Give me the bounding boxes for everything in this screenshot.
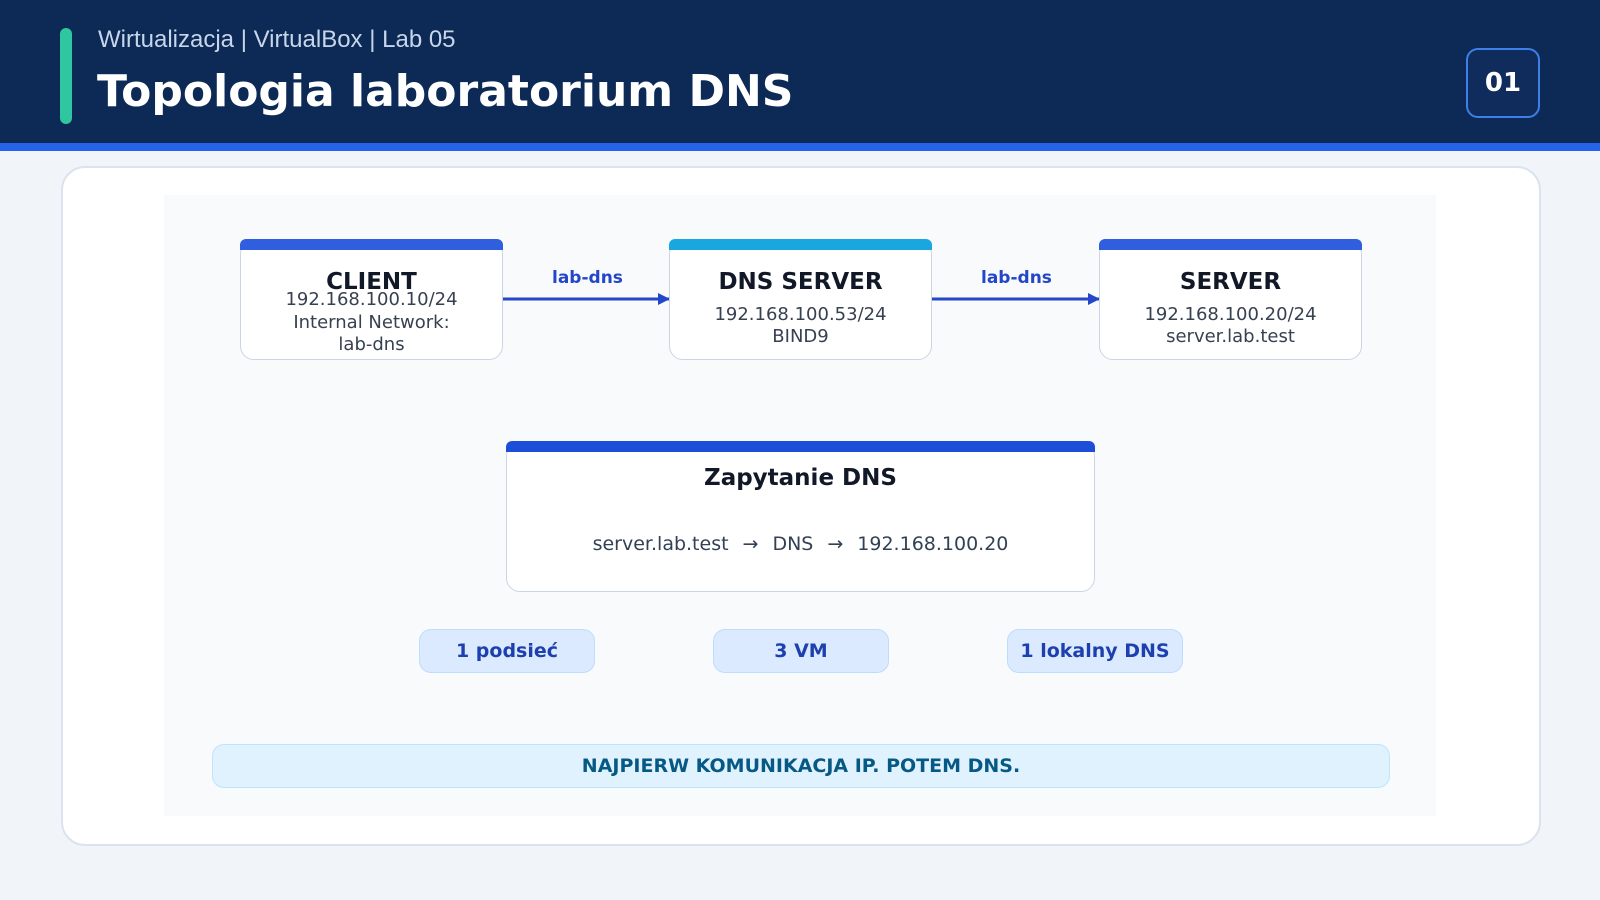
node-server-hostname: server.lab.test <box>1166 326 1295 347</box>
node-dns-server-ip: 192.168.100.53/24 <box>714 304 887 325</box>
edge-label-client-dns: lab-dns <box>552 268 623 288</box>
node-client: CLIENT 192.168.100.10/24 Internal Networ… <box>240 239 503 360</box>
query-via: DNS <box>772 533 814 555</box>
stat-pill-subnets: 1 podsieć <box>419 629 595 673</box>
node-dns-server-software: BIND9 <box>772 326 829 347</box>
arrow-right-icon: → <box>742 533 759 555</box>
query-to: 192.168.100.20 <box>857 533 1009 555</box>
header-stripe <box>0 143 1600 151</box>
node-dns-server: DNS SERVER 192.168.100.53/24 BIND9 <box>669 239 932 360</box>
edge-label-dns-server: lab-dns <box>981 268 1052 288</box>
arrow-right-icon: → <box>827 533 844 555</box>
node-dns-server-title: DNS SERVER <box>718 269 883 295</box>
dns-query-box: Zapytanie DNS server.lab.test → DNS → 192.16… <box>506 441 1095 592</box>
node-server-accent <box>1099 239 1362 250</box>
title-accent-bar <box>60 28 72 124</box>
node-client-network: Internal Network: <box>293 312 450 333</box>
stat-pill-vms: 3 VM <box>713 629 889 673</box>
node-dns-server-accent <box>669 239 932 250</box>
breadcrumb: Wirtualizacja | VirtualBox | Lab 05 <box>98 26 456 53</box>
node-server-title: SERVER <box>1179 269 1282 295</box>
node-client-accent <box>240 239 503 250</box>
dns-query-title: Zapytanie DNS <box>704 465 897 491</box>
key-note-banner: NAJPIERW KOMUNIKACJA IP. POTEM DNS. <box>212 744 1390 788</box>
stat-pill-dns: 1 lokalny DNS <box>1007 629 1183 673</box>
dns-query-accent <box>506 441 1095 452</box>
node-server-ip: 192.168.100.20/24 <box>1144 304 1317 325</box>
node-server: SERVER 192.168.100.20/24 server.lab.test <box>1099 239 1362 360</box>
node-client-ip: 192.168.100.10/24 <box>285 289 458 310</box>
node-client-network-name: lab-dns <box>338 334 405 355</box>
query-from: server.lab.test <box>592 533 729 555</box>
page-number-badge: 01 <box>1466 48 1540 118</box>
page-title: Topologia laboratorium DNS <box>97 66 794 117</box>
dns-query-flow: server.lab.test → DNS → 192.168.100.20 <box>507 533 1094 555</box>
